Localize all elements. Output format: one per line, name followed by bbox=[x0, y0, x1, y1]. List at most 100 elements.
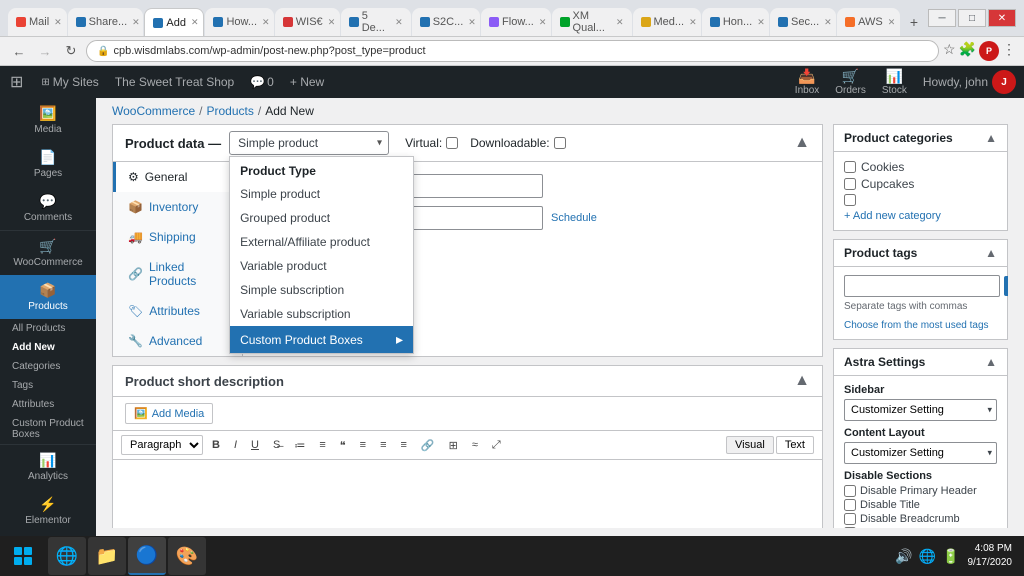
disable-breadcrumb-checkbox[interactable] bbox=[844, 513, 856, 525]
sidebar-subitem-all-products[interactable]: All Products bbox=[0, 319, 96, 338]
taskbar-chrome[interactable]: 🔵 bbox=[128, 537, 166, 575]
sidebar-subitem-attributes[interactable]: Attributes bbox=[0, 395, 96, 414]
breadcrumb-products[interactable]: Products bbox=[206, 104, 253, 118]
downloadable-checkbox[interactable] bbox=[554, 137, 566, 149]
astra-settings-toggle[interactable]: ▲ bbox=[985, 355, 997, 369]
inbox-button[interactable]: 📥 Inbox bbox=[787, 66, 827, 98]
cookies-checkbox[interactable] bbox=[844, 161, 856, 173]
close-button[interactable]: ✕ bbox=[988, 9, 1016, 27]
sidebar-subitem-tags[interactable]: Tags bbox=[0, 376, 96, 395]
tab-hon[interactable]: Hon... ✕ bbox=[702, 8, 769, 36]
tab-advanced[interactable]: 🔧 Advanced bbox=[113, 326, 242, 356]
tags-input[interactable] bbox=[844, 275, 1000, 297]
tab-s2c[interactable]: S2C... ✕ bbox=[412, 8, 480, 36]
sidebar-item-woocommerce[interactable]: 🛒 WooCommerce bbox=[0, 230, 96, 275]
taskbar-ie[interactable]: 🌐 bbox=[48, 537, 86, 575]
dropdown-item-custom[interactable]: Custom Product Boxes ▸ bbox=[230, 326, 413, 353]
taskbar-paint[interactable]: 🎨 bbox=[168, 537, 206, 575]
dropdown-item-external[interactable]: External/Affiliate product bbox=[230, 230, 413, 254]
avatar[interactable]: J bbox=[992, 70, 1016, 94]
tab-close[interactable]: ✕ bbox=[689, 17, 697, 28]
tab-close[interactable]: ✕ bbox=[888, 17, 896, 28]
most-used-tags-link[interactable]: Choose from the most used tags bbox=[844, 320, 989, 331]
tags-toggle[interactable]: ▲ bbox=[985, 246, 997, 260]
sidebar-subitem-custom-product-boxes[interactable]: Custom Product Boxes bbox=[0, 414, 96, 444]
tab-close[interactable]: ✕ bbox=[468, 17, 476, 28]
schedule-link[interactable]: Schedule bbox=[551, 212, 597, 224]
my-sites-button[interactable]: ⊞ My Sites bbox=[33, 66, 106, 98]
bold-button[interactable]: B bbox=[207, 436, 225, 454]
address-input[interactable]: 🔒 cpb.wisdmlabs.com/wp-admin/post-new.ph… bbox=[86, 40, 939, 62]
star-icon[interactable]: ☆ bbox=[943, 41, 956, 61]
tab-general[interactable]: ⚙ General bbox=[113, 162, 242, 192]
dropdown-item-grouped[interactable]: Grouped product bbox=[230, 206, 413, 230]
align-left-button[interactable]: ≡ bbox=[355, 436, 371, 454]
profile-icon[interactable]: P bbox=[979, 41, 999, 61]
tab-close[interactable]: ✕ bbox=[539, 17, 547, 28]
tab-wp-add[interactable]: Add ✕ bbox=[144, 8, 204, 36]
tab-close[interactable]: ✕ bbox=[262, 17, 270, 28]
sidebar-item-elementor[interactable]: ⚡ Elementor bbox=[0, 489, 96, 533]
maximize-button[interactable]: □ bbox=[958, 9, 986, 27]
short-description-toggle[interactable]: ▲ bbox=[794, 372, 810, 390]
tab-gmail[interactable]: Mail ✕ bbox=[8, 8, 67, 36]
sidebar-item-pages[interactable]: 📄 Pages bbox=[0, 142, 96, 186]
sidebar-subitem-add-new[interactable]: Add New bbox=[0, 338, 96, 357]
cupcakes-checkbox[interactable] bbox=[844, 178, 856, 190]
tab-med[interactable]: Med... ✕ bbox=[633, 8, 701, 36]
tab-inventory[interactable]: 📦 Inventory bbox=[113, 192, 242, 222]
tab-close[interactable]: ✕ bbox=[191, 17, 199, 28]
tab-close[interactable]: ✕ bbox=[757, 17, 765, 28]
insert-button[interactable]: ⊞ bbox=[444, 436, 463, 455]
new-tab-button[interactable]: + bbox=[901, 8, 927, 36]
tab-linked-products[interactable]: 🔗 Linked Products bbox=[113, 252, 242, 296]
content-layout-select[interactable]: Customizer Setting bbox=[844, 442, 997, 464]
network-icon[interactable]: 🌐 bbox=[919, 548, 936, 565]
add-media-button[interactable]: 🖼️ Add Media bbox=[125, 403, 213, 424]
italic-button[interactable]: I bbox=[229, 436, 242, 454]
sidebar-subitem-categories[interactable]: Categories bbox=[0, 357, 96, 376]
underline-button[interactable]: U bbox=[246, 436, 264, 454]
sidebar-item-templates[interactable]: 📋 Templates bbox=[0, 533, 96, 536]
more-icon[interactable]: ⋮ bbox=[1002, 41, 1016, 61]
sidebar-select[interactable]: Customizer Setting bbox=[844, 399, 997, 421]
tab-close[interactable]: ✕ bbox=[395, 17, 403, 28]
tab-aws[interactable]: AWS ✕ bbox=[837, 8, 900, 36]
stock-button[interactable]: 📊 Stock bbox=[874, 66, 915, 98]
tab-wis[interactable]: WIS€ ✕ bbox=[275, 8, 340, 36]
comments-button[interactable]: 💬 0 bbox=[242, 66, 282, 98]
extra-checkbox[interactable] bbox=[844, 194, 856, 206]
tab-share[interactable]: Share... ✕ bbox=[68, 8, 144, 36]
sidebar-item-analytics[interactable]: 📊 Analytics bbox=[0, 444, 96, 489]
add-tag-button[interactable]: Add bbox=[1004, 276, 1008, 296]
start-button[interactable] bbox=[4, 537, 42, 575]
virtual-checkbox[interactable] bbox=[446, 137, 458, 149]
link-button[interactable]: 🔗 bbox=[416, 436, 440, 455]
tab-close[interactable]: ✕ bbox=[824, 17, 832, 28]
editor-area[interactable] bbox=[113, 460, 822, 528]
disable-primary-header-checkbox[interactable] bbox=[844, 485, 856, 497]
reload-button[interactable]: ↻ bbox=[60, 40, 82, 62]
orders-button[interactable]: 🛒 Orders bbox=[827, 66, 874, 98]
visual-tab-button[interactable]: Visual bbox=[726, 436, 774, 454]
dropdown-item-variable[interactable]: Variable product bbox=[230, 254, 413, 278]
sidebar-item-media[interactable]: 🖼️ Media bbox=[0, 98, 96, 142]
extensions-icon[interactable]: 🧩 bbox=[959, 41, 976, 61]
bullet-list-button[interactable]: ≔ bbox=[289, 436, 310, 455]
site-name-button[interactable]: The Sweet Treat Shop bbox=[107, 66, 242, 98]
add-new-category-link[interactable]: + Add new category bbox=[844, 210, 997, 222]
minimize-button[interactable]: ─ bbox=[928, 9, 956, 27]
align-right-button[interactable]: ≡ bbox=[396, 436, 412, 454]
tab-close[interactable]: ✕ bbox=[132, 17, 140, 28]
numbered-list-button[interactable]: ≡ bbox=[314, 436, 330, 454]
tab-close[interactable]: ✕ bbox=[328, 17, 336, 28]
back-button[interactable]: ← bbox=[8, 40, 30, 62]
tab-attributes[interactable]: 🏷 Attributes bbox=[113, 296, 242, 326]
tab-close[interactable]: ✕ bbox=[616, 17, 624, 28]
breadcrumb-woocommerce[interactable]: WooCommerce bbox=[112, 104, 195, 118]
tab-shipping[interactable]: 🚚 Shipping bbox=[113, 222, 242, 252]
dropdown-item-variable-sub[interactable]: Variable subscription bbox=[230, 302, 413, 326]
strikethrough-button[interactable]: S̶ bbox=[268, 436, 285, 454]
tab-xm[interactable]: XM Qual... ✕ bbox=[552, 8, 632, 36]
forward-button[interactable]: → bbox=[34, 40, 56, 62]
